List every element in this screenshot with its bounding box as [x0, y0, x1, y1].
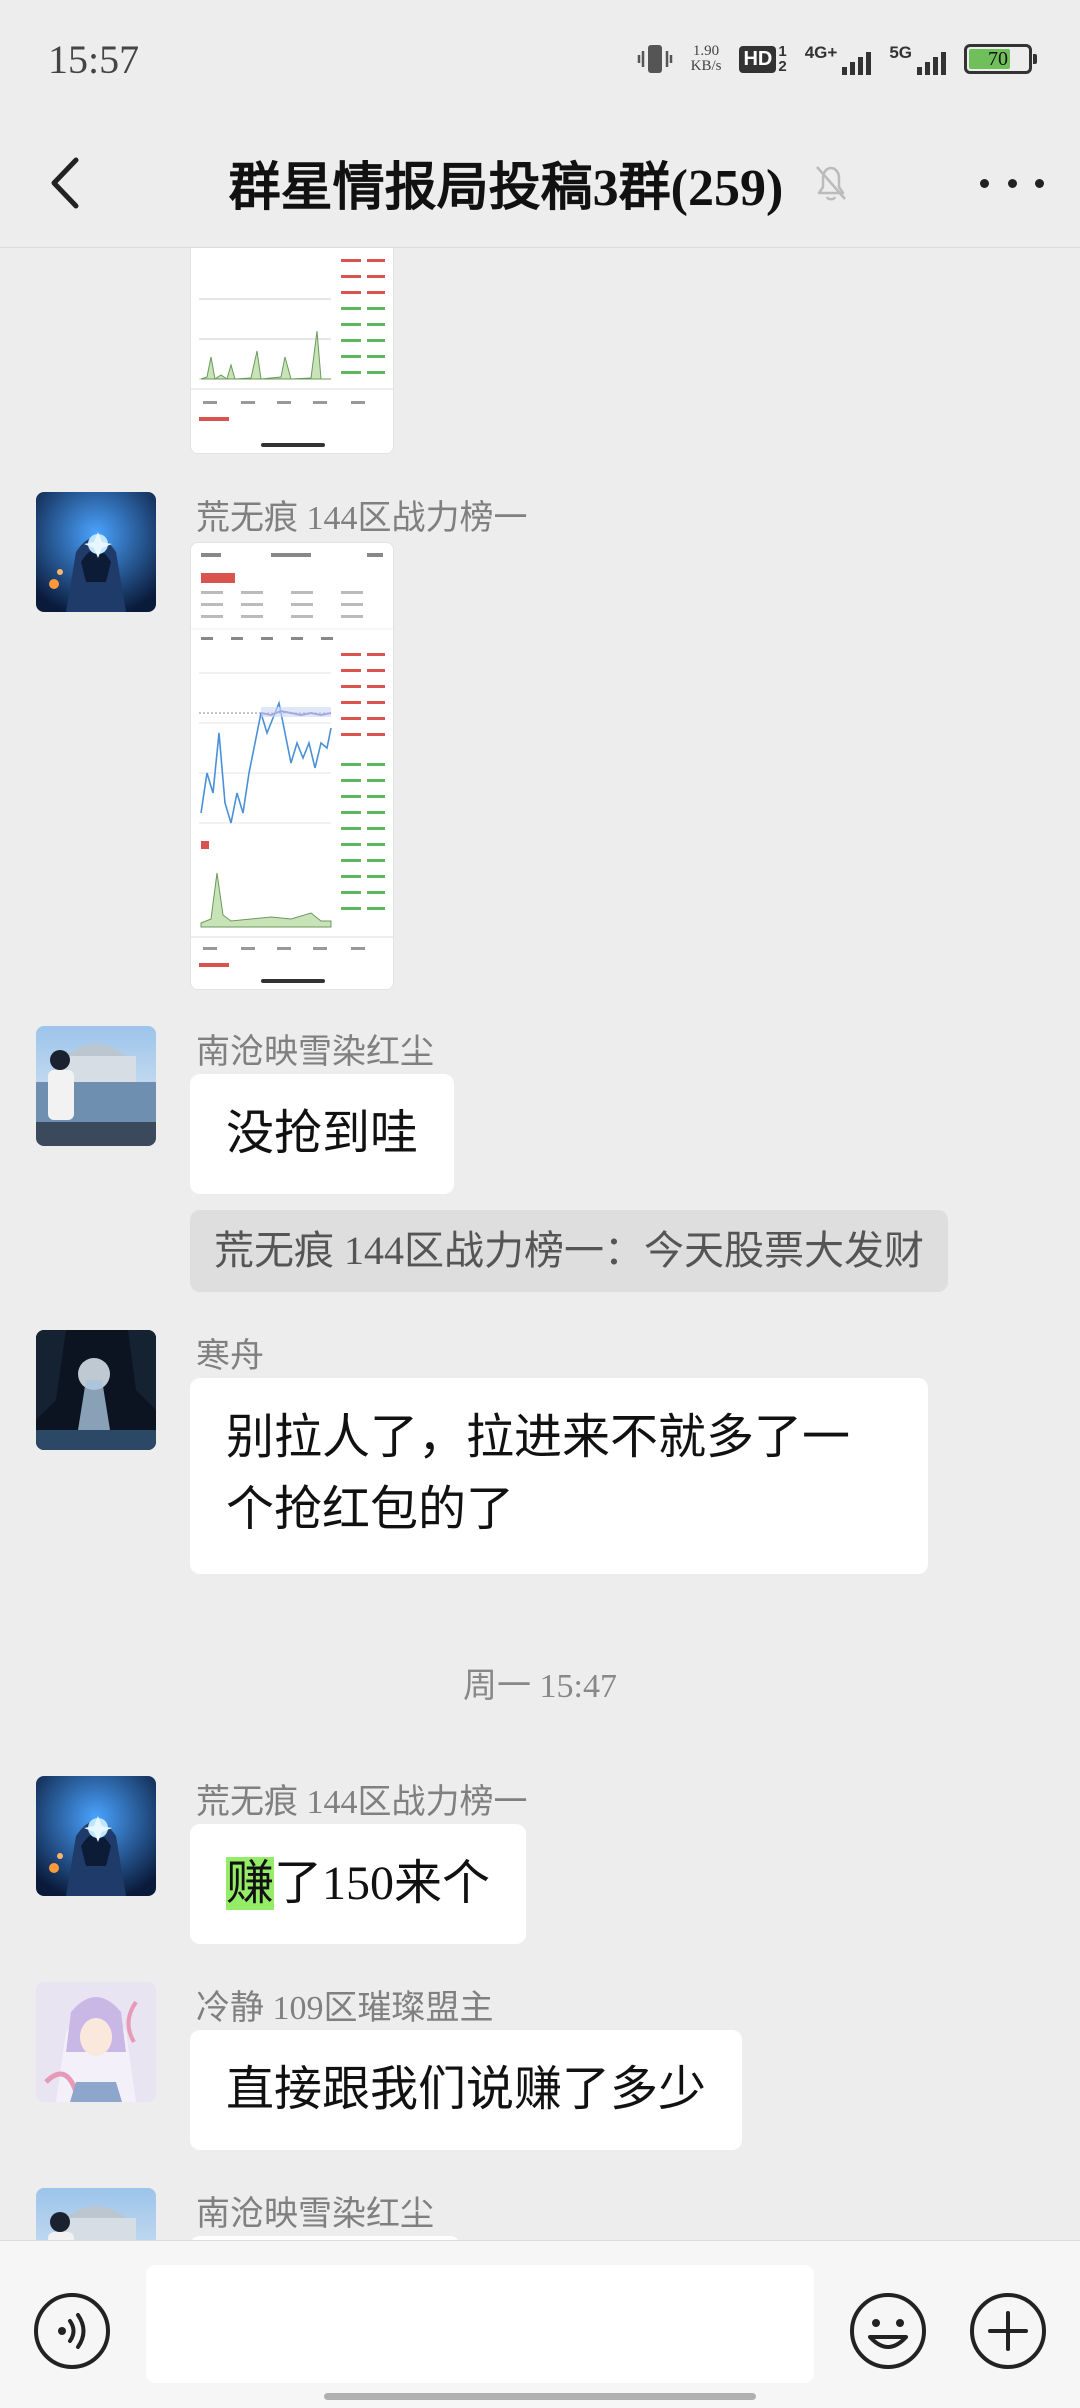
input-bar — [0, 2240, 1080, 2408]
network-speed-unit: KB/s — [690, 58, 722, 74]
signal-5g-label: 5G — [889, 43, 912, 62]
avatar-anime-character — [36, 1982, 156, 2102]
message-text: 直接跟我们说赚了多少 — [226, 2063, 707, 2116]
battery-level: 70 — [988, 47, 1008, 70]
avatar[interactable] — [36, 1026, 156, 1146]
avatar[interactable] — [36, 1330, 156, 1450]
stock-screenshot-message[interactable] — [190, 542, 394, 990]
message-text: 了150来个 — [274, 1857, 491, 1910]
text-selection-highlight[interactable]: 赚 — [226, 1857, 275, 1910]
message-bubble[interactable]: 没抢到哇 — [190, 1074, 455, 1194]
avatar-waterfall-night — [36, 1330, 156, 1450]
sender-name: 荒无痕 144区战力榜一 — [196, 1784, 528, 1821]
message-bubble[interactable]: 赚了150来个 — [190, 1824, 527, 1944]
signal-4g-icon: 4G+ — [805, 43, 872, 75]
network-speed: 1.90 KB/s — [691, 44, 722, 74]
battery-icon: 70 — [964, 44, 1037, 74]
time-divider: 周一 15:47 — [463, 1668, 617, 1705]
stock-chart-thumbnail — [191, 543, 393, 989]
avatar[interactable] — [36, 1982, 156, 2102]
avatar[interactable] — [36, 492, 156, 612]
avatar-city-river — [36, 1026, 156, 1146]
message-text-line-2: 个抢红包的了 — [226, 1483, 515, 1536]
hd-sub-1: 1 — [778, 43, 787, 60]
sender-name: 荒无痕 144区战力榜一 — [196, 500, 528, 537]
message-bubble[interactable]: 直接跟我们说赚了多少 — [190, 2030, 743, 2150]
plus-icon[interactable] — [968, 2291, 1048, 2371]
avatar[interactable] — [36, 2188, 156, 2240]
chevron-left-icon[interactable] — [36, 150, 96, 216]
quoted-message[interactable]: 荒无痕 144区战力榜一：今天股票大发财 — [190, 1210, 948, 1292]
chat-messages[interactable]: 荒无痕 144区战力榜一 南沧映雪染红尘 没抢到哇 荒无痕 144区战力榜一：今… — [0, 248, 1080, 2240]
hd-sub-2: 2 — [778, 58, 787, 75]
message-input[interactable] — [146, 2265, 814, 2383]
sender-name: 冷静 109区璀璨盟主 — [196, 1990, 494, 2027]
home-indicator[interactable] — [324, 2393, 756, 2400]
message-text: 没抢到哇 — [226, 1107, 419, 1160]
avatar-hooded-figure — [36, 492, 156, 612]
hd-indicator: HD 1 2 — [739, 43, 787, 75]
voice-icon[interactable] — [32, 2291, 112, 2371]
signal-4g-label: 4G+ — [804, 43, 838, 62]
status-time: 15:57 — [48, 36, 140, 82]
more-dots-icon[interactable] — [980, 158, 1044, 208]
message-bubble[interactable]: 别拉人了，拉进来不就多了一 个抢红包的了 — [190, 1378, 928, 1574]
vibrate-icon — [637, 45, 672, 73]
sender-name: 南沧映雪染红尘 — [196, 2196, 434, 2233]
avatar-hooded-figure — [36, 1776, 156, 1896]
sender-name: 南沧映雪染红尘 — [196, 1034, 434, 1071]
sender-name: 寒舟 — [196, 1338, 264, 1375]
chat-header: 群星情报局投稿3群(259) — [0, 118, 1080, 248]
stock-screenshot-message[interactable] — [190, 248, 394, 454]
avatar[interactable] — [36, 1776, 156, 1896]
status-icons: 1.90 KB/s HD 1 2 4G+ 5G 70 — [637, 41, 1037, 77]
quoted-text: 荒无痕 144区战力榜一：今天股票大发财 — [214, 1228, 924, 1273]
bell-off-icon — [816, 165, 847, 200]
network-speed-value: 1.90 — [692, 43, 720, 59]
chat-title-group[interactable]: 群星情报局投稿3群(259) — [229, 145, 852, 220]
avatar-city-river — [36, 2188, 156, 2240]
message-text-line-1: 别拉人了，拉进来不就多了一 — [226, 1411, 851, 1464]
chat-title: 群星情报局投稿3群(259) — [228, 160, 784, 217]
signal-5g-icon: 5G — [889, 43, 946, 75]
status-bar: 15:57 1.90 KB/s HD 1 2 4G+ 5G 70 — [0, 0, 1080, 118]
stock-chart-thumbnail — [191, 248, 393, 453]
hd-badge: HD — [739, 45, 777, 73]
emoji-icon[interactable] — [848, 2291, 928, 2371]
